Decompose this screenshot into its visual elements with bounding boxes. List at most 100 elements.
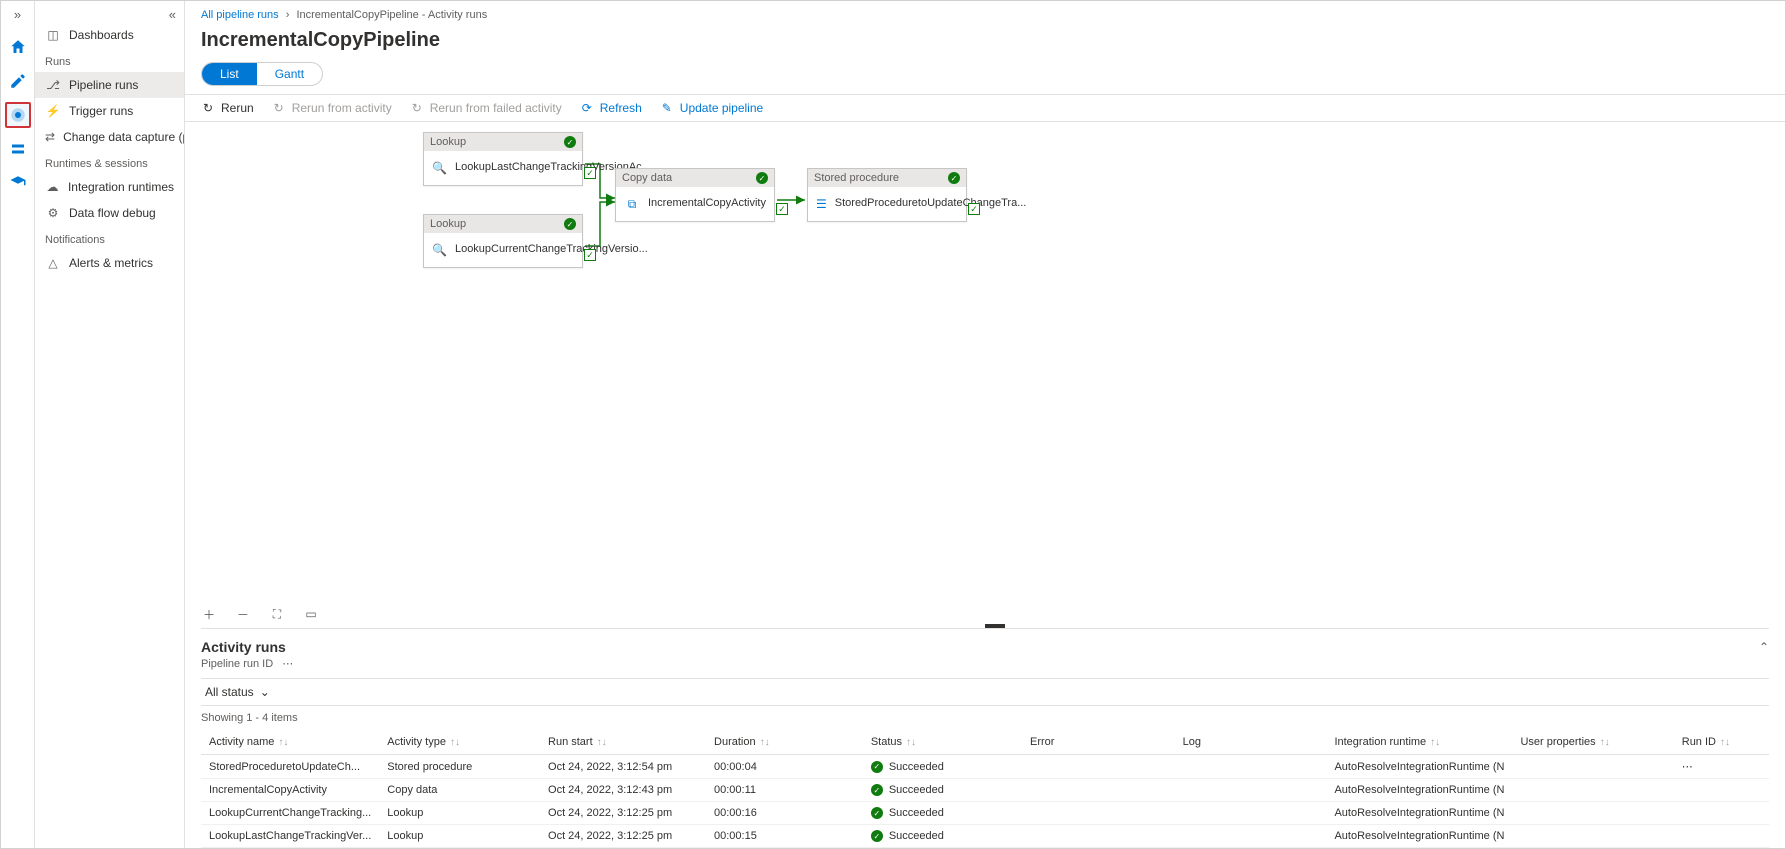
breadcrumb-root-link[interactable]: All pipeline runs	[201, 9, 279, 21]
monitor-icon[interactable]	[5, 102, 31, 128]
node-type: Stored procedure	[814, 172, 899, 184]
rerun-icon: ↻	[201, 101, 215, 115]
expand-rail-icon[interactable]: »	[14, 7, 21, 22]
cell-user-properties	[1512, 825, 1673, 848]
col-integration-runtime[interactable]: Integration runtime↑↓	[1326, 730, 1512, 755]
col-user-properties[interactable]: User properties↑↓	[1512, 730, 1673, 755]
rerun-from-failed-button[interactable]: ↻ Rerun from failed activity	[410, 101, 562, 115]
reset-view-icon[interactable]: ▭	[303, 606, 319, 622]
debug-icon: ⚙	[45, 205, 61, 221]
cell-activity-type: Copy data	[379, 779, 540, 802]
table-row[interactable]: LookupLastChangeTrackingVer...LookupOct …	[201, 825, 1769, 848]
canvas-controls: ＋ － ⛶ ▭	[201, 606, 319, 622]
node-lookup-current[interactable]: Lookup ✓ 🔍 LookupCurrentChangeTrackingVe…	[423, 214, 583, 268]
sort-icon: ↑↓	[760, 737, 770, 748]
pipeline-canvas[interactable]: Lookup ✓ 🔍 LookupLastChangeTrackingVersi…	[185, 122, 1785, 628]
col-run-start[interactable]: Run start↑↓	[540, 730, 706, 755]
cell-status: ✓Succeeded	[863, 825, 1022, 848]
more-icon[interactable]: ⋯	[282, 658, 293, 670]
zoom-out-icon[interactable]: －	[235, 606, 251, 622]
success-icon: ✓	[871, 830, 883, 842]
lookup-icon: 🔍	[432, 157, 447, 179]
success-icon: ✓	[564, 136, 576, 148]
activity-runs-table: Activity name↑↓ Activity type↑↓ Run star…	[201, 730, 1769, 848]
col-duration[interactable]: Duration↑↓	[706, 730, 863, 755]
cell-error	[1022, 825, 1175, 848]
cell-activity-name: LookupLastChangeTrackingVer...	[201, 825, 379, 848]
col-error[interactable]: Error	[1022, 730, 1175, 755]
cell-user-properties	[1512, 802, 1673, 825]
sort-icon: ↑↓	[1720, 737, 1730, 748]
cell-log	[1175, 779, 1327, 802]
home-icon[interactable]	[5, 34, 31, 60]
cell-run-id	[1674, 825, 1769, 848]
nav-label: Integration runtimes	[68, 180, 174, 194]
success-icon: ✓	[564, 218, 576, 230]
node-lookup-last[interactable]: Lookup ✓ 🔍 LookupLastChangeTrackingVersi…	[423, 132, 583, 186]
fit-icon[interactable]: ⛶	[269, 606, 285, 622]
cdc-icon: ⇄	[45, 129, 55, 145]
nav-section-runtimes: Runtimes & sessions	[35, 150, 184, 174]
showing-count: Showing 1 - 4 items	[201, 706, 1769, 730]
cell-run-start: Oct 24, 2022, 3:12:54 pm	[540, 755, 706, 779]
author-icon[interactable]	[5, 68, 31, 94]
nav-cdc[interactable]: ⇄ Change data capture (previ...	[35, 124, 184, 150]
nav-dashboards[interactable]: ◫ Dashboards	[35, 22, 184, 48]
table-row[interactable]: LookupCurrentChangeTracking...LookupOct …	[201, 802, 1769, 825]
output-check-icon: ✓	[968, 203, 980, 215]
alerts-icon: △	[45, 255, 61, 271]
nav-pipeline-runs[interactable]: ⎇ Pipeline runs	[35, 72, 184, 98]
cell-ir: AutoResolveIntegrationRuntime (N	[1326, 802, 1512, 825]
col-run-id[interactable]: Run ID↑↓	[1674, 730, 1769, 755]
cell-duration: 00:00:15	[706, 825, 863, 848]
tab-gantt[interactable]: Gantt	[257, 63, 322, 85]
nav-label: Change data capture (previ...	[63, 130, 185, 144]
success-icon: ✓	[756, 172, 768, 184]
col-activity-name[interactable]: Activity name↑↓	[201, 730, 379, 755]
cell-error	[1022, 779, 1175, 802]
copy-icon: ⧉	[624, 193, 640, 215]
learn-icon[interactable]	[5, 170, 31, 196]
table-row[interactable]: IncrementalCopyActivityCopy dataOct 24, …	[201, 779, 1769, 802]
node-type: Lookup	[430, 218, 466, 230]
lookup-icon: 🔍	[432, 239, 447, 261]
cell-error	[1022, 755, 1175, 779]
col-status[interactable]: Status↑↓	[863, 730, 1022, 755]
nav-panel: « ◫ Dashboards Runs ⎇ Pipeline runs ⚡ Tr…	[35, 1, 185, 848]
status-filter[interactable]: All status ⌄	[201, 685, 1769, 699]
nav-label: Alerts & metrics	[69, 256, 153, 270]
nav-trigger-runs[interactable]: ⚡ Trigger runs	[35, 98, 184, 124]
sort-icon: ↑↓	[597, 737, 607, 748]
cell-log	[1175, 755, 1327, 779]
node-stored-proc[interactable]: Stored procedure ✓ ☰ StoredProceduretoUp…	[807, 168, 967, 222]
manage-icon[interactable]	[5, 136, 31, 162]
cell-run-id: ⋯	[1674, 755, 1769, 779]
refresh-button[interactable]: ⟳ Refresh	[580, 101, 642, 115]
rerun-button[interactable]: ↻ Rerun	[201, 101, 254, 115]
node-type: Lookup	[430, 136, 466, 148]
table-row[interactable]: StoredProceduretoUpdateCh...Stored proce…	[201, 755, 1769, 779]
update-pipeline-button[interactable]: ✎ Update pipeline	[660, 101, 763, 115]
nav-integration-runtimes[interactable]: ☁ Integration runtimes	[35, 174, 184, 200]
nav-data-flow-debug[interactable]: ⚙ Data flow debug	[35, 200, 184, 226]
tab-list[interactable]: List	[202, 63, 257, 85]
cell-duration: 00:00:16	[706, 802, 863, 825]
node-copy[interactable]: Copy data ✓ ⧉ IncrementalCopyActivity ✓	[615, 168, 775, 222]
table-header-row: Activity name↑↓ Activity type↑↓ Run star…	[201, 730, 1769, 755]
cell-log	[1175, 802, 1327, 825]
rerun-from-activity-button[interactable]: ↻ Rerun from activity	[272, 101, 392, 115]
sort-icon: ↑↓	[278, 737, 288, 748]
nav-label: Pipeline runs	[69, 78, 138, 92]
collapse-panel-icon[interactable]: «	[35, 7, 184, 22]
pane-divider[interactable]	[201, 628, 1769, 629]
col-log[interactable]: Log	[1175, 730, 1327, 755]
cell-user-properties	[1512, 755, 1673, 779]
cell-run-id	[1674, 802, 1769, 825]
collapse-panel-icon[interactable]: ⌃	[1759, 640, 1769, 654]
database-icon: ☰	[816, 193, 827, 215]
col-activity-type[interactable]: Activity type↑↓	[379, 730, 540, 755]
zoom-in-icon[interactable]: ＋	[201, 606, 217, 622]
nav-alerts[interactable]: △ Alerts & metrics	[35, 250, 184, 276]
main-area: All pipeline runs › IncrementalCopyPipel…	[185, 1, 1785, 848]
success-icon: ✓	[948, 172, 960, 184]
